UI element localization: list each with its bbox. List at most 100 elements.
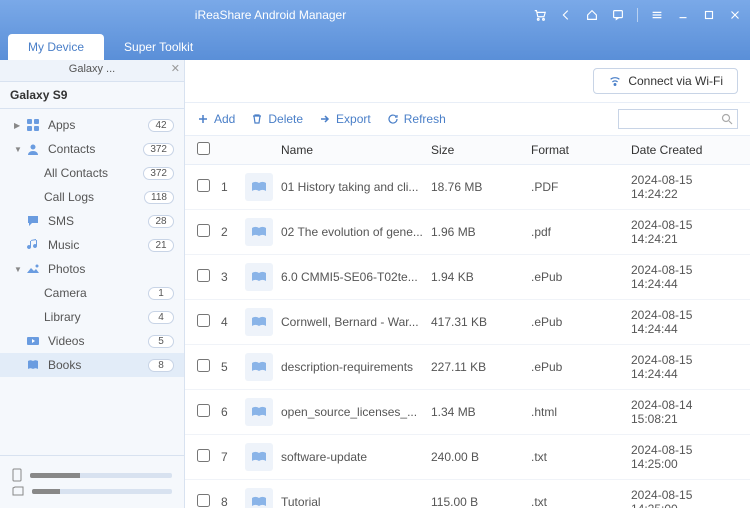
sidebar-item-label: Music <box>48 238 148 252</box>
feedback-icon[interactable] <box>611 8 625 22</box>
sidebar-item-label: Photos <box>48 262 174 276</box>
table-row[interactable]: 8Tutorial115.00 B.txt2024-08-15 14:25:00 <box>185 480 750 508</box>
cart-icon[interactable] <box>533 8 547 22</box>
app-title: iReaShare Android Manager <box>8 8 533 22</box>
row-checkbox[interactable] <box>197 224 210 237</box>
refresh-icon <box>387 113 399 125</box>
sidebar-item-library[interactable]: Library4 <box>0 305 184 329</box>
content-area: Connect via Wi-Fi Add Delete Export Refr… <box>185 60 750 508</box>
row-checkbox[interactable] <box>197 314 210 327</box>
sidebar-item-call-logs[interactable]: Call Logs118 <box>0 185 184 209</box>
row-index: 3 <box>221 270 245 284</box>
separator <box>637 8 638 22</box>
menu-icon[interactable] <box>650 8 664 22</box>
add-label: Add <box>214 112 235 126</box>
book-icon <box>245 218 273 246</box>
sidebar-item-all-contacts[interactable]: All Contacts372 <box>0 161 184 185</box>
table-row[interactable]: 101 History taking and cli...18.76 MB.PD… <box>185 165 750 210</box>
sidebar-item-label: Videos <box>48 334 148 348</box>
table-row[interactable]: 6open_source_licenses_...1.34 MB.html202… <box>185 390 750 435</box>
tab-super-toolkit[interactable]: Super Toolkit <box>104 34 213 60</box>
row-size: 1.94 KB <box>431 270 531 284</box>
sidebar-item-music[interactable]: Music21 <box>0 233 184 257</box>
books-icon <box>24 358 42 372</box>
search-input[interactable] <box>623 113 721 125</box>
minimize-icon[interactable] <box>676 8 690 22</box>
row-checkbox[interactable] <box>197 449 210 462</box>
sidebar-item-label: SMS <box>48 214 148 228</box>
count-badge: 372 <box>143 143 174 156</box>
export-icon <box>319 113 331 125</box>
close-device-icon[interactable]: ✕ <box>171 62 180 75</box>
wifi-icon <box>608 74 622 88</box>
title-bar: iReaShare Android Manager <box>0 0 750 30</box>
row-checkbox[interactable] <box>197 359 210 372</box>
row-format: .ePub <box>531 315 631 329</box>
sidebar-item-label: Camera <box>44 286 148 300</box>
sms-icon <box>24 214 42 228</box>
row-size: 417.31 KB <box>431 315 531 329</box>
category-tree: ▶Apps42▼Contacts372All Contacts372Call L… <box>0 109 184 455</box>
sidebar-item-books[interactable]: Books8 <box>0 353 184 377</box>
table-row[interactable]: 4Cornwell, Bernard - War...417.31 KB.ePu… <box>185 300 750 345</box>
row-name: description-requirements <box>281 360 431 374</box>
export-button[interactable]: Export <box>319 112 371 126</box>
back-icon[interactable] <box>559 8 573 22</box>
connect-wifi-label: Connect via Wi-Fi <box>628 74 723 88</box>
tab-my-device[interactable]: My Device <box>8 34 104 60</box>
home-icon[interactable] <box>585 8 599 22</box>
row-format: .txt <box>531 495 631 508</box>
row-checkbox[interactable] <box>197 179 210 192</box>
row-name: Cornwell, Bernard - War... <box>281 315 431 329</box>
sidebar-item-contacts[interactable]: ▼Contacts372 <box>0 137 184 161</box>
storage-indicator <box>0 455 184 508</box>
sidebar-item-sms[interactable]: SMS28 <box>0 209 184 233</box>
row-checkbox[interactable] <box>197 494 210 507</box>
row-size: 240.00 B <box>431 450 531 464</box>
row-index: 2 <box>221 225 245 239</box>
table-row[interactable]: 202 The evolution of gene...1.96 MB.pdf2… <box>185 210 750 255</box>
table-header: Name Size Format Date Created <box>185 136 750 165</box>
col-size[interactable]: Size <box>431 143 531 157</box>
device-name: Galaxy S9 <box>0 82 184 109</box>
row-size: 115.00 B <box>431 495 531 508</box>
delete-label: Delete <box>268 112 303 126</box>
row-format: .ePub <box>531 270 631 284</box>
count-badge: 8 <box>148 359 174 372</box>
row-index: 6 <box>221 405 245 419</box>
search-box[interactable] <box>618 109 738 129</box>
maximize-icon[interactable] <box>702 8 716 22</box>
delete-button[interactable]: Delete <box>251 112 303 126</box>
col-date[interactable]: Date Created <box>631 143 738 157</box>
row-date: 2024-08-14 15:08:21 <box>631 398 738 426</box>
sidebar-item-label: All Contacts <box>44 166 143 180</box>
book-icon <box>245 398 273 426</box>
sidebar-item-photos[interactable]: ▼Photos <box>0 257 184 281</box>
row-index: 8 <box>221 495 245 508</box>
row-checkbox[interactable] <box>197 269 210 282</box>
table-row[interactable]: 7software-update240.00 B.txt2024-08-15 1… <box>185 435 750 480</box>
device-tab[interactable]: Galaxy ... ✕ <box>0 60 184 81</box>
connect-wifi-button[interactable]: Connect via Wi-Fi <box>593 68 738 94</box>
col-name[interactable]: Name <box>281 143 431 157</box>
col-format[interactable]: Format <box>531 143 631 157</box>
table-row[interactable]: 36.0 CMMI5-SE06-T02te...1.94 KB.ePub2024… <box>185 255 750 300</box>
book-icon <box>245 443 273 471</box>
table-row[interactable]: 5description-requirements227.11 KB.ePub2… <box>185 345 750 390</box>
sidebar-item-camera[interactable]: Camera1 <box>0 281 184 305</box>
close-icon[interactable] <box>728 8 742 22</box>
sidebar-item-videos[interactable]: Videos5 <box>0 329 184 353</box>
refresh-button[interactable]: Refresh <box>387 112 446 126</box>
sidebar-item-label: Library <box>44 310 148 324</box>
row-date: 2024-08-15 14:24:21 <box>631 218 738 246</box>
videos-icon <box>24 334 42 348</box>
add-button[interactable]: Add <box>197 112 235 126</box>
sidebar-item-label: Apps <box>48 118 148 132</box>
row-checkbox[interactable] <box>197 404 210 417</box>
sidebar-item-apps[interactable]: ▶Apps42 <box>0 113 184 137</box>
select-all-checkbox[interactable] <box>197 142 210 155</box>
count-badge: 4 <box>148 311 174 324</box>
phone-storage-icon <box>12 468 22 482</box>
device-tab-label: Galaxy ... <box>69 63 115 75</box>
row-index: 1 <box>221 180 245 194</box>
